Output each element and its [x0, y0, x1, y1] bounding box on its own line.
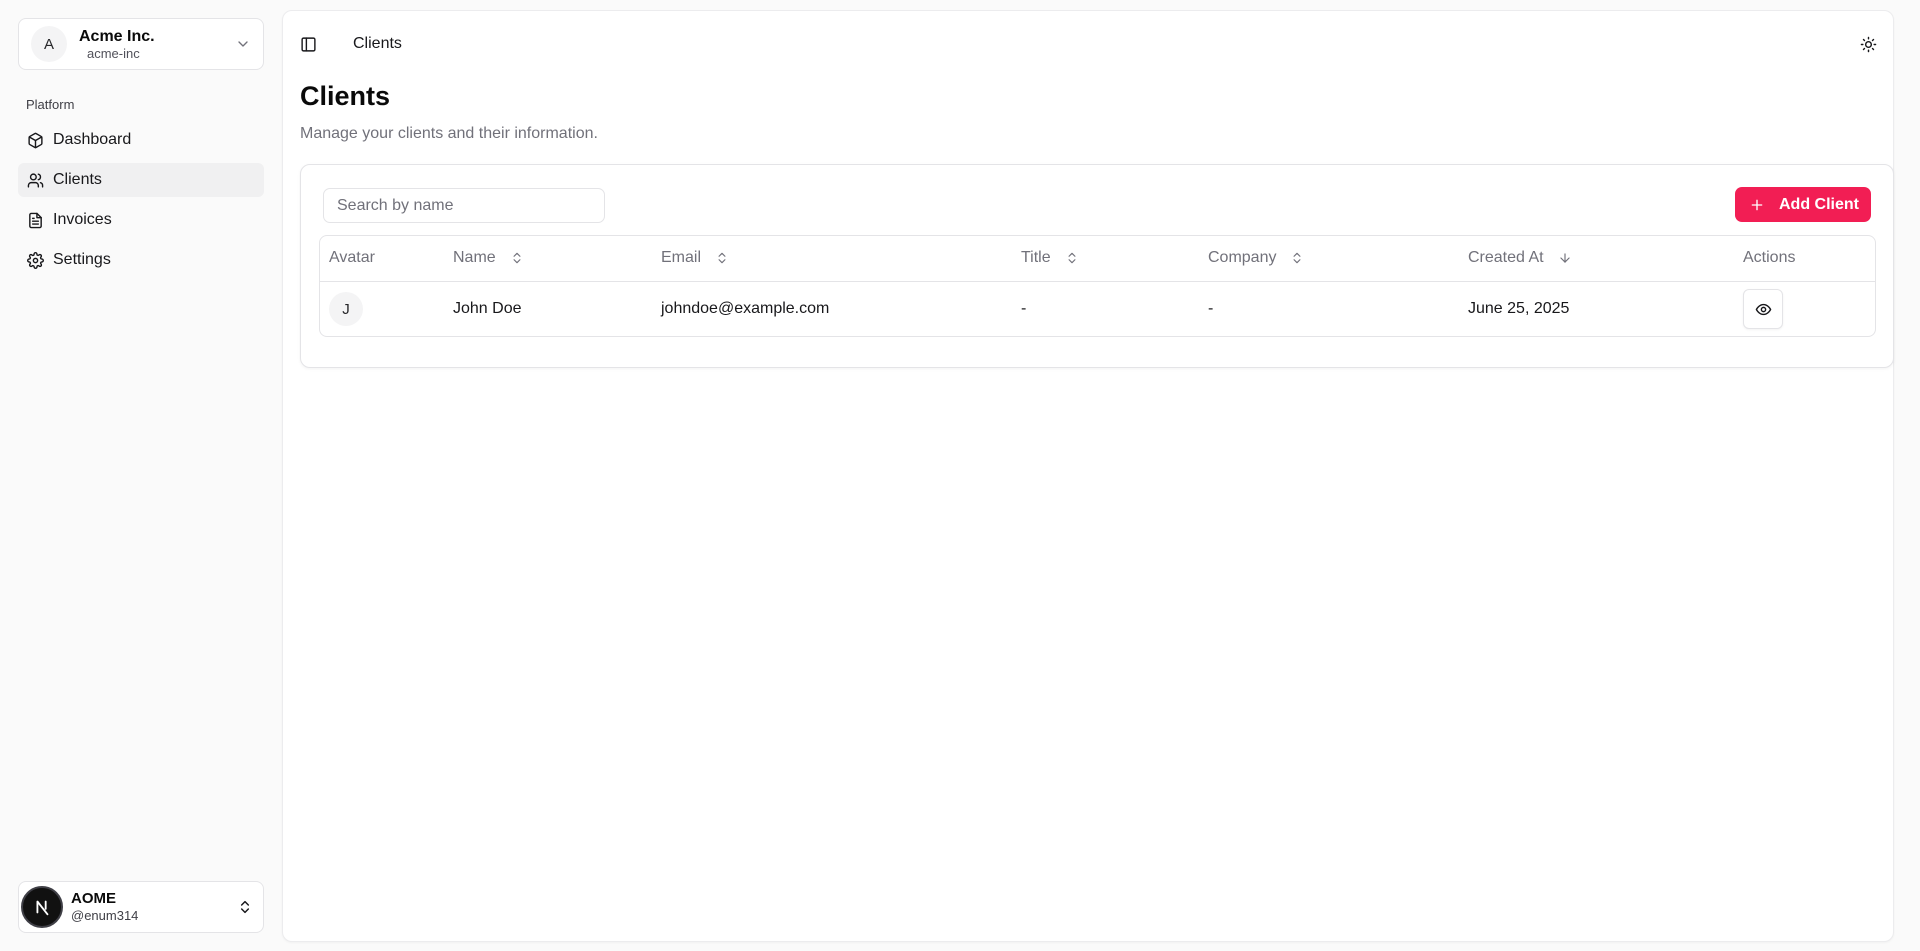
plus-icon [1751, 199, 1763, 210]
column-header-label: Email [661, 249, 702, 267]
file-text-icon [29, 212, 42, 228]
column-header-title[interactable]: Title [1012, 236, 1199, 282]
cell-avatar: J [320, 281, 444, 336]
chevron-down-icon [238, 41, 248, 47]
add-client-label: Add Client [1779, 195, 1859, 213]
users-icon [27, 172, 44, 188]
column-header-label: Name [453, 249, 496, 267]
column-header-label: Created At [1468, 249, 1544, 267]
org-slug: acme-inc [87, 45, 140, 61]
org-info: Acme Inc. acme-inc [79, 27, 235, 62]
nextjs-logo-icon [36, 900, 49, 916]
column-header-label: Actions [1743, 249, 1796, 267]
sort-icon [513, 253, 521, 264]
org-name: Acme Inc. [79, 27, 155, 45]
app: A Acme Inc. acme-inc Platform Dashboard … [0, 0, 1920, 951]
column-header-label: Company [1208, 249, 1277, 267]
eye-icon [1755, 303, 1771, 315]
view-client-button[interactable] [1743, 289, 1783, 330]
arrow-down-icon [1559, 253, 1570, 263]
clients-card: Add Client Avatar Name Email Title [300, 164, 1894, 368]
topbar: Clients [283, 11, 1893, 75]
table-row: J John Doe johndoe@example.com - - June … [320, 281, 1875, 336]
column-header-avatar: Avatar [320, 236, 444, 282]
page-subtitle: Manage your clients and their informatio… [300, 125, 598, 142]
breadcrumb[interactable]: Clients [353, 35, 402, 53]
search-input[interactable] [323, 188, 605, 223]
column-header-company[interactable]: Company [1199, 236, 1459, 282]
sidebar-item-label: Invoices [53, 211, 112, 228]
sidebar-toggle-button[interactable] [298, 34, 318, 54]
column-header-email[interactable]: Email [652, 236, 1012, 282]
page-title: Clients [300, 81, 391, 111]
avatar [21, 886, 63, 928]
sort-icon [718, 253, 726, 264]
sidebar-item-label: Clients [53, 171, 102, 188]
sun-icon [1860, 36, 1876, 52]
sidebar-item-settings[interactable]: Settings [18, 243, 264, 277]
org-avatar: A [31, 26, 67, 62]
cell-company: - [1208, 300, 1214, 318]
user-handle: @enum314 [71, 908, 139, 923]
gear-icon [27, 251, 44, 269]
sort-icon [1293, 253, 1301, 264]
org-switcher[interactable]: A Acme Inc. acme-inc [18, 18, 264, 70]
sidebar-item-invoices[interactable]: Invoices [18, 203, 264, 237]
sidebar-item-clients[interactable]: Clients [18, 163, 264, 197]
avatar: J [329, 292, 363, 327]
sort-icon [1068, 253, 1076, 264]
sidebar: A Acme Inc. acme-inc Platform Dashboard … [0, 0, 282, 951]
chevrons-up-down-icon [240, 900, 250, 914]
cell-name: John Doe [453, 300, 522, 318]
cell-actions [1734, 281, 1875, 336]
clients-table: Avatar Name Email Title Company Created … [319, 235, 1876, 337]
sidebar-item-label: Dashboard [53, 131, 132, 148]
nav-group-label: Platform [26, 97, 75, 112]
column-header-name[interactable]: Name [444, 236, 652, 282]
user-name: AOME [71, 890, 116, 907]
column-header-created-at[interactable]: Created At [1459, 236, 1734, 282]
cell-title: - [1021, 300, 1027, 318]
cell-email: johndoe@example.com [661, 300, 830, 318]
table-header-row: Avatar Name Email Title Company Created … [320, 236, 1875, 282]
add-client-button[interactable]: Add Client [1735, 187, 1871, 222]
sidebar-item-label: Settings [53, 251, 111, 268]
panel-left-icon [300, 36, 316, 52]
sidebar-nav: Dashboard Clients Invoices Settings [18, 123, 264, 283]
user-info: AOME @enum314 [71, 890, 237, 924]
column-header-label: Avatar [329, 249, 375, 267]
cell-created-at: June 25, 2025 [1468, 300, 1570, 318]
main-content: Clients Clients Manage your clients and … [282, 10, 1894, 942]
column-header-actions: Actions [1734, 236, 1875, 282]
box-icon [28, 132, 43, 148]
theme-toggle-button[interactable] [1857, 33, 1879, 55]
column-header-label: Title [1021, 249, 1051, 267]
sidebar-item-dashboard[interactable]: Dashboard [18, 123, 264, 157]
user-switcher[interactable]: AOME @enum314 [18, 881, 264, 933]
